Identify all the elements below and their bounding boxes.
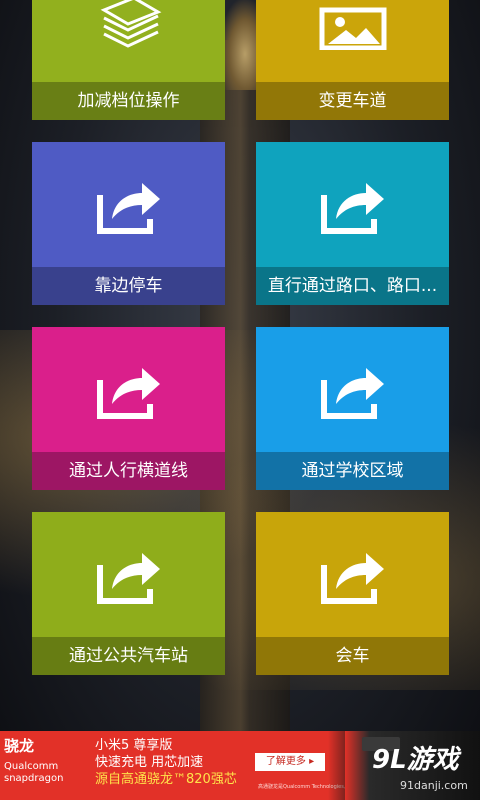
tile-label: 变更车道 (256, 82, 449, 120)
tile-label: 通过公共汽车站 (32, 637, 225, 675)
tile-crosswalk[interactable]: 通过人行横道线 (32, 327, 225, 490)
ad-learn-more-button[interactable]: 了解更多 ▸ (255, 753, 325, 771)
ad-banner[interactable]: 骁龙 Qualcomm snapdragon 小米5 尊享版 快速充电 用芯加速… (0, 731, 480, 800)
ad-line1: 小米5 尊享版 (95, 738, 173, 753)
share-arrow-icon (256, 142, 449, 267)
share-arrow-icon (32, 142, 225, 267)
tile-change-lane[interactable]: 变更车道 (256, 0, 449, 120)
tile-label: 靠边停车 (32, 267, 225, 305)
site-logo[interactable]: 9L游戏 (372, 739, 459, 776)
share-arrow-icon (256, 512, 449, 637)
tile-label: 直行通过路口、路口... (256, 267, 449, 305)
tile-label: 通过学校区域 (256, 452, 449, 490)
tile-go-straight-intersection[interactable]: 直行通过路口、路口... (256, 142, 449, 305)
tile-school-zone[interactable]: 通过学校区域 (256, 327, 449, 490)
tile-label: 加减档位操作 (32, 82, 225, 120)
tile-gear-operation[interactable]: 加减档位操作 (32, 0, 225, 120)
share-arrow-icon (32, 327, 225, 452)
ad-brand-sub2: snapdragon (4, 773, 64, 784)
site-url: 91danji.com (400, 779, 468, 792)
tile-bus-stop[interactable]: 通过公共汽车站 (32, 512, 225, 675)
tile-label: 会车 (256, 637, 449, 675)
share-arrow-icon (32, 512, 225, 637)
ad-text: 小米5 尊享版 快速充电 用芯加速 源自高通骁龙™820强芯 (95, 737, 237, 788)
tile-label: 通过人行横道线 (32, 452, 225, 490)
share-arrow-icon (256, 327, 449, 452)
ad-brand-block: 骁龙 Qualcomm snapdragon (0, 731, 88, 800)
ad-brand-sub1: Qualcomm (4, 761, 59, 772)
ad-brand-sub: Qualcomm snapdragon (4, 761, 63, 785)
newspaper-icon (32, 0, 225, 82)
ad-line2: 快速充电 用芯加速 (95, 755, 204, 770)
ad-brand: 骁龙 (4, 737, 35, 755)
tile-pull-over[interactable]: 靠边停车 (32, 142, 225, 305)
tile-meeting-vehicle[interactable]: 会车 (256, 512, 449, 675)
picture-icon (256, 0, 449, 82)
ad-line3: 源自高通骁龙™820强芯 (95, 772, 237, 787)
